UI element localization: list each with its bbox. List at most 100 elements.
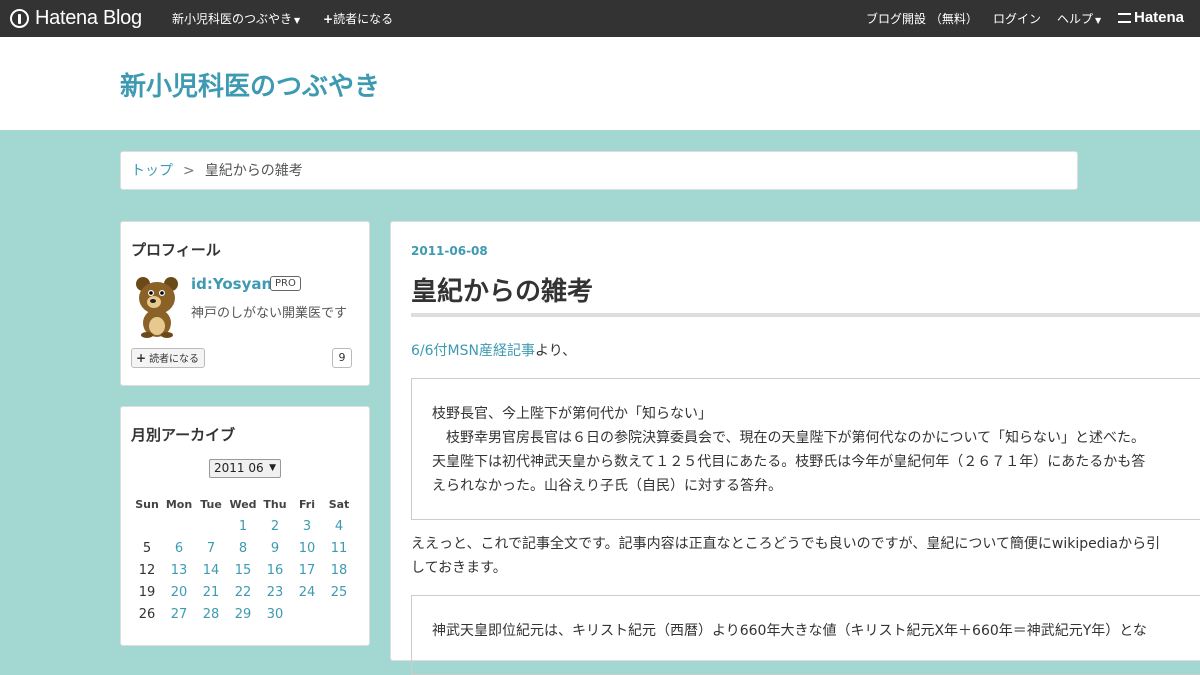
calendar-day-link[interactable]: 28 <box>203 607 220 622</box>
calendar-day-link[interactable]: 22 <box>235 585 252 600</box>
profile-id-link[interactable]: id:Yosyan <box>191 275 272 293</box>
blog-header: 新小児科医のつぶやき <box>0 37 1200 130</box>
source-link[interactable]: 6/6付MSN産経記事 <box>411 343 535 359</box>
pro-badge: PRO <box>270 276 301 291</box>
archive-calendar: Sun Mon Tue Wed Thu Fri Sat 1 2 3 4 5 6 7 8 9 10 11 12 13 1… <box>131 493 355 625</box>
calendar-day-link[interactable]: 9 <box>271 541 279 556</box>
calendar-week: 12 13 14 15 16 17 18 <box>131 559 355 581</box>
calendar-weekday: Wed <box>229 497 257 511</box>
calendar-day-link[interactable]: 17 <box>299 563 316 578</box>
calendar-day-link[interactable]: 18 <box>331 563 348 578</box>
calendar-day-link[interactable]: 29 <box>235 607 252 622</box>
breadcrumb-top-link[interactable]: トップ <box>131 163 173 179</box>
calendar-cell: 7 <box>195 537 227 559</box>
calendar-day-link[interactable]: 27 <box>171 607 188 622</box>
calendar-day-link[interactable]: 10 <box>299 541 316 556</box>
blog-name-menu[interactable]: 新小児科医のつぶやき ▼ <box>172 10 300 27</box>
calendar-day-link[interactable]: 25 <box>331 585 348 600</box>
calendar-cell: 2 <box>259 515 291 537</box>
profile-module: プロフィール id:Yosyan PRO 神戸のしがない開業医です + 読者になる… <box>120 221 370 386</box>
blockquote: 枝野長官、今上陛下が第何代か「知らない」 枝野幸男官房長官は６日の参院決算委員会… <box>411 378 1200 520</box>
quote-line: 神武天皇即位紀元は、キリスト紀元（西暦）より660年大きな値（キリスト紀元X年＋… <box>432 623 1147 639</box>
calendar-cell: 25 <box>323 581 355 603</box>
calendar-cell: 21 <box>195 581 227 603</box>
paragraph-line: しておきます。 <box>411 560 507 576</box>
hatena-mark-icon <box>1118 12 1131 23</box>
calendar-day: 12 <box>138 562 156 578</box>
subscriber-count[interactable]: 9 <box>332 348 352 368</box>
plus-icon: + <box>136 351 147 365</box>
calendar-cell: 30 <box>259 603 291 625</box>
calendar-cell <box>131 515 163 537</box>
calendar-cell: 27 <box>163 603 195 625</box>
calendar-day-link[interactable]: 1 <box>239 519 247 534</box>
calendar-day-link[interactable]: 23 <box>267 585 284 600</box>
calendar-day-link[interactable]: 6 <box>175 541 183 556</box>
archive-title: 月別アーカイブ <box>131 426 236 444</box>
calendar-day-link[interactable]: 7 <box>207 541 215 556</box>
calendar-day-link[interactable]: 8 <box>239 541 247 556</box>
entry-date[interactable]: 2011-06-08 <box>411 244 488 258</box>
calendar-day-link[interactable]: 24 <box>299 585 316 600</box>
source-suffix: より、 <box>534 343 577 359</box>
subscribe-button[interactable]: + 読者になる <box>131 348 206 368</box>
chevron-down-icon: ▼ <box>269 463 276 473</box>
help-label: ヘルプ <box>1057 12 1094 26</box>
calendar-weekday: Sun <box>135 497 159 511</box>
calendar-weekday: Tue <box>200 497 222 511</box>
calendar-day-link[interactable]: 11 <box>331 541 348 556</box>
blog-title[interactable]: 新小児科医のつぶやき <box>120 66 380 103</box>
calendar-cell: 16 <box>259 559 291 581</box>
quote-line: 枝野幸男官房長官は６日の参院決算委員会で、現在の天皇陛下が第何代なのかについて「… <box>432 430 1146 446</box>
calendar-day-link[interactable]: 20 <box>171 585 188 600</box>
calendar-day: 5 <box>142 540 152 556</box>
calendar-day-link[interactable]: 4 <box>335 519 343 534</box>
quote-line: えられなかった。山谷えり子氏（自民）に対する答弁。 <box>432 478 782 494</box>
breadcrumb-current: 皇紀からの雑考 <box>204 163 303 179</box>
global-header: Hatena Blog 新小児科医のつぶやき ▼ +読者になる ブログ開設 （無料… <box>0 0 1200 37</box>
calendar-day-link[interactable]: 14 <box>203 563 220 578</box>
avatar[interactable] <box>133 274 181 338</box>
calendar-day: 26 <box>138 606 156 622</box>
calendar-cell: 24 <box>291 581 323 603</box>
archive-module: 月別アーカイブ 2011 06 ▼ Sun Mon Tue Wed Thu Fri Sat 1… <box>120 406 370 646</box>
chevron-down-icon: ▼ <box>294 16 301 25</box>
follow-label: 読者になる <box>333 12 394 26</box>
calendar-weekday: Fri <box>298 497 315 511</box>
calendar-day-link[interactable]: 30 <box>267 607 284 622</box>
month-select-value: 2011 06 <box>214 461 264 475</box>
subscribe-label: 読者になる <box>149 354 200 365</box>
calendar-cell: 11 <box>323 537 355 559</box>
hatena-logo[interactable]: Hatena <box>1118 9 1184 26</box>
calendar-week: 19 20 21 22 23 24 25 <box>131 581 355 603</box>
login-link[interactable]: ログイン <box>993 10 1041 27</box>
quote-line: 天皇陛下は初代神武天皇から数えて１２５代目にあたる。枝野氏は今年が皇紀何年（２６… <box>432 454 1146 470</box>
calendar-day-link[interactable]: 3 <box>303 519 311 534</box>
quote-line: 枝野長官、今上陛下が第何代か「知らない」 <box>432 406 712 422</box>
title-divider <box>411 313 1200 317</box>
calendar-day-link[interactable]: 21 <box>203 585 220 600</box>
calendar-day-link[interactable]: 2 <box>271 519 279 534</box>
calendar-weekday: Thu <box>263 497 287 511</box>
calendar-day-link[interactable]: 13 <box>171 563 188 578</box>
follow-button[interactable]: +読者になる <box>323 10 393 27</box>
hatena-blog-logo-text: Hatena Blog <box>35 7 142 29</box>
calendar-cell <box>323 603 355 625</box>
open-blog-link[interactable]: ブログ開設 （無料） <box>866 10 978 27</box>
profile-description: 神戸のしがない開業医です <box>191 306 348 321</box>
entry-article: 2011-06-08 皇紀からの雑考 6/6付MSN産経記事より、 枝野長官、今… <box>390 221 1200 675</box>
calendar-day-link[interactable]: 16 <box>267 563 284 578</box>
calendar-cell: 4 <box>323 515 355 537</box>
help-menu[interactable]: ヘルプ ▼ <box>1057 10 1101 27</box>
hatena-logo-text: Hatena <box>1134 9 1185 26</box>
calendar-cell: 23 <box>259 581 291 603</box>
calendar-cell: 15 <box>227 559 259 581</box>
month-select[interactable]: 2011 06 ▼ <box>209 459 281 478</box>
entry-title[interactable]: 皇紀からの雑考 <box>411 271 593 308</box>
calendar-cell: 3 <box>291 515 323 537</box>
calendar-cell: 1 <box>227 515 259 537</box>
hatena-blog-logo[interactable]: Hatena Blog <box>10 6 142 31</box>
calendar-cell: 10 <box>291 537 323 559</box>
calendar-day-link[interactable]: 15 <box>235 563 252 578</box>
hatena-blog-logo-icon <box>10 9 29 28</box>
